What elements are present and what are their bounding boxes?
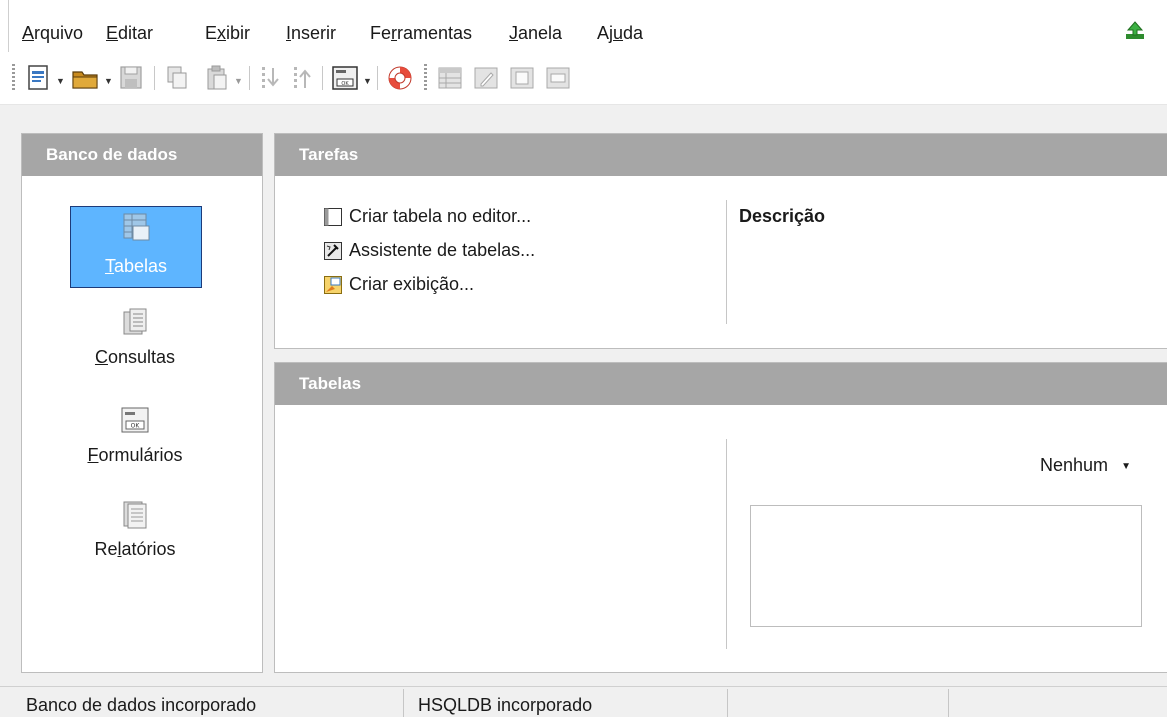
tables-list[interactable] <box>275 407 720 667</box>
task-create-view-label: Criar exibição... <box>349 274 475 294</box>
reports-icon <box>123 501 147 529</box>
menu-exibir[interactable]: Exibir <box>205 23 250 44</box>
nav-item-queries[interactable]: Consultas <box>70 306 200 376</box>
nav-item-tables-label: Tabelas <box>104 256 168 276</box>
nav-item-forms-label: Formulários <box>87 445 183 465</box>
statusbar: Banco de dados incorporado HSQLDB incorp… <box>0 686 1167 717</box>
sort-ascending-icon[interactable] <box>258 64 284 92</box>
forms-icon: OK <box>121 407 149 433</box>
task-create-table-label: Criar tabela no editor... <box>349 206 532 226</box>
sort-descending-icon[interactable] <box>290 64 316 92</box>
tables-divider <box>726 439 727 649</box>
nav-item-tables[interactable]: Tabelas <box>70 206 202 288</box>
table-wizard-icon <box>324 241 342 260</box>
status-separator <box>403 689 404 717</box>
svg-text:OK: OK <box>341 81 349 87</box>
queries-icon <box>123 308 147 335</box>
create-table-icon <box>324 207 342 226</box>
database-panel-title: Banco de dados <box>22 134 262 176</box>
nav-item-forms[interactable]: OK Formulários <box>70 404 200 474</box>
open-dropdown-arrow[interactable]: ▼ <box>104 76 113 86</box>
nav-item-reports-label: Relatórios <box>94 539 176 559</box>
tables-icon <box>123 213 150 241</box>
toolbar: ▼ ▼ ▼ OK ▼ <box>0 52 1167 105</box>
paste-dropdown-arrow[interactable]: ▼ <box>234 76 243 86</box>
tasks-panel: Tarefas Criar tabela no editor... Assist… <box>274 133 1167 349</box>
paste-icon[interactable] <box>204 64 230 92</box>
update-available-icon[interactable] <box>1124 20 1146 42</box>
status-engine: HSQLDB incorporado <box>418 695 593 715</box>
window-edge <box>8 0 9 52</box>
task-create-table[interactable]: Criar tabela no editor... <box>323 206 531 227</box>
table-icon[interactable] <box>436 64 464 92</box>
menu-janela[interactable]: Janela <box>509 23 562 44</box>
rename-icon[interactable] <box>544 64 572 92</box>
toolbar-grip[interactable] <box>424 64 427 92</box>
tables-panel-title: Tabelas <box>275 363 1167 405</box>
toolbar-separator <box>322 66 323 90</box>
preview-mode-dropdown[interactable]: Nenhum ▼ <box>1040 455 1131 476</box>
menu-ferramentas[interactable]: Ferramentas <box>370 23 472 44</box>
status-separator <box>948 689 949 717</box>
status-database-type: Banco de dados incorporado <box>26 695 257 715</box>
create-view-icon <box>324 275 342 294</box>
task-create-view[interactable]: Criar exibição... <box>323 274 474 295</box>
tables-list-panel: Tabelas Nenhum ▼ <box>274 362 1167 673</box>
tasks-panel-title: Tarefas <box>275 134 1167 176</box>
task-table-wizard[interactable]: Assistente de tabelas... <box>323 240 535 261</box>
new-dropdown-arrow[interactable]: ▼ <box>56 76 65 86</box>
help-lifebuoy-icon[interactable] <box>386 64 414 92</box>
task-table-wizard-label: Assistente de tabelas... <box>349 240 536 260</box>
copy-icon[interactable] <box>164 64 190 92</box>
toolbar-separator <box>377 66 378 90</box>
menu-arquivo[interactable]: Arquivo <box>22 23 83 44</box>
status-separator <box>727 689 728 717</box>
form-icon[interactable]: OK <box>331 64 359 92</box>
form-dropdown-arrow[interactable]: ▼ <box>363 76 372 86</box>
description-title: Descrição <box>739 206 826 226</box>
svg-text:OK: OK <box>131 423 141 430</box>
nav-item-reports[interactable]: Relatórios <box>70 498 200 568</box>
menu-ajuda[interactable]: Ajuda <box>597 23 643 44</box>
tasks-divider <box>726 200 727 324</box>
open-folder-icon[interactable] <box>70 64 100 92</box>
menu-inserir[interactable]: Inserir <box>286 23 336 44</box>
toolbar-grip[interactable] <box>12 64 15 92</box>
toolbar-separator <box>249 66 250 90</box>
nav-item-queries-label: Consultas <box>94 347 176 367</box>
delete-icon[interactable] <box>508 64 536 92</box>
chevron-down-icon: ▼ <box>1121 460 1131 472</box>
menu-editar[interactable]: Editar <box>106 23 153 44</box>
save-icon[interactable] <box>118 64 144 92</box>
menubar: Arquivo Editar Exibir Inserir Ferramenta… <box>0 0 1167 52</box>
preview-box <box>750 505 1142 627</box>
edit-icon[interactable] <box>472 64 500 92</box>
toolbar-separator <box>154 66 155 90</box>
new-document-icon[interactable] <box>26 64 52 92</box>
database-panel: Banco de dados Tabelas Consultas OK Form… <box>21 133 263 673</box>
preview-mode-label: Nenhum <box>1040 455 1109 475</box>
